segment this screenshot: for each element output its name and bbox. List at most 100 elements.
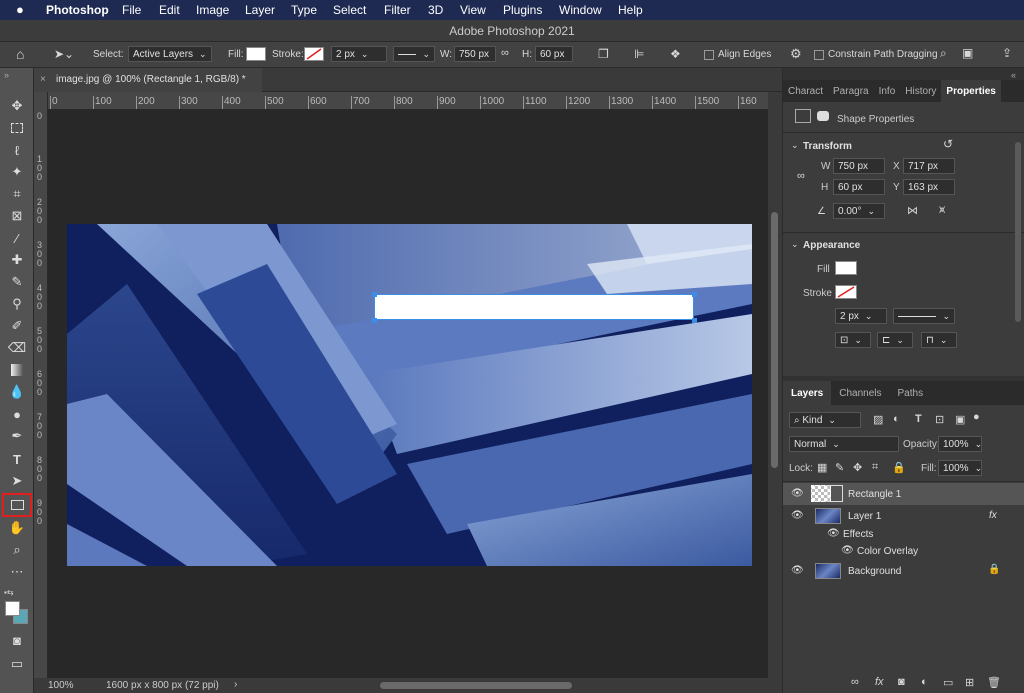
shape-mode-icon[interactable] — [795, 109, 811, 123]
magic-wand-tool-icon[interactable]: ✦ — [6, 162, 28, 182]
tab-channels[interactable]: Channels — [831, 381, 889, 405]
select-dropdown[interactable]: Active Layers — [128, 46, 212, 62]
zoom-level[interactable]: 100% — [48, 680, 74, 691]
blend-mode-dropdown[interactable]: Normal — [789, 436, 899, 452]
mask-mode-icon[interactable] — [817, 111, 829, 121]
appearance-stroke-type[interactable] — [893, 308, 955, 324]
kind-filter-dropdown[interactable]: ⌕ Kind — [789, 412, 861, 428]
height-field[interactable]: 60 px — [535, 46, 573, 62]
menu-photoshop[interactable]: Photoshop — [46, 3, 109, 17]
dodge-tool-icon[interactable]: ● — [6, 404, 28, 424]
layer-row-rectangle[interactable]: 👁 Rectangle 1 — [783, 483, 1024, 505]
layer-row-background[interactable]: 👁 Background 🔒 — [783, 560, 1024, 582]
visibility-eye-icon[interactable]: 👁 — [841, 545, 854, 556]
filter-smart-icon[interactable]: ▣ — [955, 413, 965, 426]
tab-paths[interactable]: Paths — [890, 381, 932, 405]
add-style-icon[interactable]: fx — [875, 676, 884, 688]
tab-properties[interactable]: Properties — [941, 80, 1001, 102]
properties-scrollbar[interactable] — [1015, 142, 1021, 322]
constrain-checkbox[interactable] — [814, 50, 824, 60]
layer-row-color-overlay[interactable]: 👁 Color Overlay — [783, 540, 1024, 562]
chevron-down-icon[interactable]: ⌄ — [791, 140, 799, 151]
lock-position-icon[interactable]: ✥ — [853, 461, 862, 474]
menu-image[interactable]: Image — [196, 3, 229, 17]
menu-type[interactable]: Type — [291, 3, 317, 17]
visibility-eye-icon[interactable]: 👁 — [827, 528, 840, 539]
canvas-area[interactable] — [48, 110, 768, 678]
history-brush-tool-icon[interactable]: ✐ — [6, 316, 28, 336]
path-selection-tool-icon[interactable]: ➤ — [6, 471, 28, 491]
rectangle-shape[interactable] — [374, 294, 694, 320]
align-edges-checkbox[interactable] — [704, 50, 714, 60]
link-layers-icon[interactable]: ∞ — [851, 676, 859, 688]
more-tools-icon[interactable]: ⋯ — [6, 562, 28, 582]
stroke-corners-dropdown[interactable]: ⊓ — [921, 332, 957, 348]
transform-x-field[interactable]: 717 px — [903, 158, 955, 174]
lock-pixels-icon[interactable]: ✎ — [835, 461, 844, 474]
flip-vertical-icon[interactable]: ⩙ — [939, 204, 945, 217]
stroke-width-field[interactable]: 2 px — [331, 46, 387, 62]
opacity-field[interactable]: 100% — [938, 436, 982, 452]
gear-icon[interactable]: ⚙ — [790, 46, 802, 62]
menu-window[interactable]: Window — [559, 3, 602, 17]
width-field[interactable]: 750 px — [454, 46, 496, 62]
transform-h-field[interactable]: 60 px — [833, 179, 885, 195]
scroll-thumb[interactable] — [771, 212, 778, 468]
tab-layers[interactable]: Layers — [783, 381, 832, 405]
tab-paragraph[interactable]: Paragra — [828, 80, 874, 102]
anchor-handle[interactable] — [692, 318, 697, 323]
anchor-handle[interactable] — [372, 318, 377, 323]
share-icon[interactable]: ⇪ — [1002, 46, 1012, 60]
home-icon[interactable]: ⌂ — [16, 46, 24, 62]
brush-tool-icon[interactable]: ✎ — [6, 272, 28, 292]
filter-type-icon[interactable]: T — [915, 413, 922, 425]
eraser-tool-icon[interactable]: ⌫ — [6, 338, 28, 358]
crop-tool-icon[interactable]: ⌗ — [6, 184, 28, 204]
vertical-scrollbar[interactable] — [768, 92, 782, 678]
chevron-down-icon[interactable]: ⌄ — [791, 239, 799, 250]
tab-character[interactable]: Charact — [783, 80, 828, 102]
fill-swatch[interactable] — [246, 47, 266, 61]
filter-toggle-icon[interactable]: ● — [973, 411, 980, 423]
tab-info[interactable]: Info — [874, 80, 901, 102]
lock-artboard-icon[interactable]: ⌗ — [872, 461, 878, 474]
search-icon[interactable]: ⌕ — [940, 46, 947, 61]
menu-select[interactable]: Select — [333, 3, 366, 17]
menu-plugins[interactable]: Plugins — [503, 3, 542, 17]
menu-3d[interactable]: 3D — [428, 3, 443, 17]
menu-layer[interactable]: Layer — [245, 3, 275, 17]
new-group-icon[interactable]: ▭ — [943, 676, 953, 689]
gradient-tool-icon[interactable] — [6, 360, 28, 380]
chevron-right-icon[interactable]: › — [234, 679, 237, 690]
horizontal-scroll-thumb[interactable] — [380, 682, 572, 689]
stroke-type-dropdown[interactable] — [393, 46, 435, 62]
lasso-tool-icon[interactable]: ℓ — [6, 140, 28, 160]
workspace-icon[interactable]: ▣ — [962, 46, 973, 60]
blur-tool-icon[interactable]: 💧 — [6, 382, 28, 402]
move-tool-icon[interactable]: ✥ — [6, 96, 28, 116]
appearance-stroke-width[interactable]: 2 px — [835, 308, 887, 324]
stroke-swatch[interactable] — [304, 47, 324, 61]
document-tab[interactable]: × image.jpg @ 100% (Rectangle 1, RGB/8) … — [34, 68, 262, 92]
quick-mask-icon[interactable]: ◙ — [6, 630, 28, 650]
stroke-caps-dropdown[interactable]: ⊏ — [877, 332, 913, 348]
anchor-handle[interactable] — [692, 292, 697, 297]
layer-name[interactable]: Rectangle 1 — [848, 489, 901, 500]
stroke-align-dropdown[interactable]: ⊡ — [835, 332, 871, 348]
foreground-color-swatch[interactable] — [5, 601, 20, 616]
zoom-tool-icon[interactable]: ⌕ — [6, 540, 28, 560]
lock-transparent-icon[interactable]: ▦ — [817, 461, 827, 474]
visibility-eye-icon[interactable]: 👁 — [791, 510, 804, 521]
delete-layer-icon[interactable]: 🗑 — [987, 676, 1001, 689]
menu-help[interactable]: Help — [618, 3, 643, 17]
visibility-eye-icon[interactable]: 👁 — [791, 488, 804, 499]
path-arrangement-icon[interactable]: ❖ — [670, 47, 681, 61]
add-mask-icon[interactable]: ◙ — [898, 676, 905, 688]
visibility-eye-icon[interactable]: 👁 — [791, 565, 804, 576]
collapse-icon[interactable]: » — [4, 70, 9, 80]
layer-fill-field[interactable]: 100% — [938, 460, 982, 476]
path-alignment-icon[interactable]: ⊫ — [634, 47, 644, 61]
layer-name[interactable]: Layer 1 — [848, 511, 881, 522]
filter-shape-icon[interactable]: ⊡ — [935, 413, 944, 426]
new-adjustment-icon[interactable]: ◐ — [921, 676, 928, 688]
